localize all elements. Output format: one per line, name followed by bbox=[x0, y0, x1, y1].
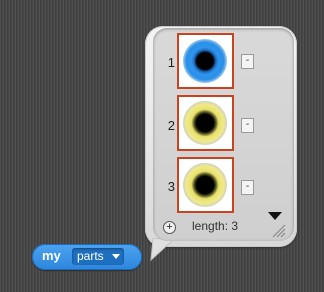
list-item-costume-thumbnail[interactable] bbox=[177, 33, 234, 89]
scroll-down-arrow-icon[interactable] bbox=[268, 212, 282, 220]
list-item-costume-thumbnail[interactable] bbox=[177, 95, 234, 151]
list-item-index: 3 bbox=[167, 179, 175, 194]
remove-item-button[interactable]: - bbox=[241, 118, 254, 133]
list-item-index: 1 bbox=[167, 55, 175, 70]
ring-costume-icon bbox=[183, 101, 227, 145]
speech-bubble-tail bbox=[150, 238, 175, 262]
list-length-label: length: 3 bbox=[192, 219, 239, 233]
list-item-index: 2 bbox=[167, 118, 175, 133]
ring-costume-icon bbox=[183, 163, 227, 207]
ring-costume-icon bbox=[183, 39, 227, 83]
dropdown-selected-value: parts bbox=[77, 249, 104, 263]
list-item-costume-thumbnail[interactable] bbox=[177, 157, 234, 213]
remove-item-button[interactable]: - bbox=[241, 180, 254, 195]
reporter-keyword: my bbox=[42, 248, 61, 263]
variable-reporter-block[interactable]: my parts bbox=[32, 244, 142, 270]
plus-circle-icon[interactable]: + bbox=[163, 221, 176, 234]
option-dropdown[interactable]: parts bbox=[72, 248, 124, 265]
remove-item-button[interactable]: - bbox=[241, 54, 254, 69]
dropdown-arrow-icon[interactable] bbox=[112, 254, 120, 259]
resize-grip-icon[interactable] bbox=[270, 222, 286, 238]
